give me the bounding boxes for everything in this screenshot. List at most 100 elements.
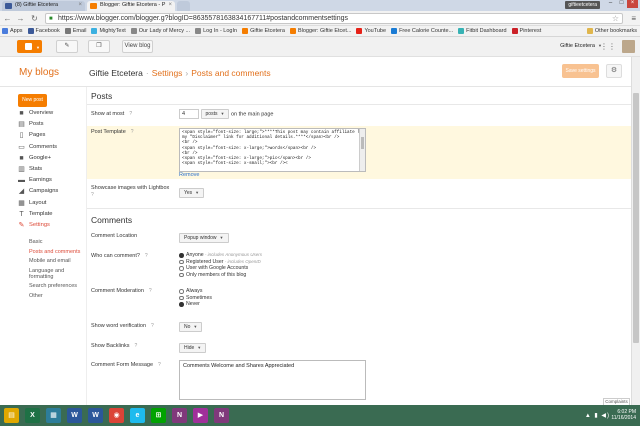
who-can-comment-option[interactable]: User with Google Accounts	[179, 265, 262, 272]
comment-location-select[interactable]: Popup window ▼	[179, 233, 229, 243]
help-icon[interactable]: ?	[131, 129, 134, 135]
moderation-option[interactable]: Sometimes	[179, 295, 212, 302]
window-close-icon[interactable]: ×	[627, 0, 638, 8]
word-verification-select[interactable]: No ▼	[179, 322, 203, 332]
help-icon[interactable]: ?	[91, 192, 94, 198]
moderation-option[interactable]: Never	[179, 301, 212, 308]
who-can-comment-option[interactable]: Anyone - includes Anonymous Users	[179, 252, 262, 259]
bookmark-8[interactable]: YouTube	[354, 26, 389, 36]
post-template-textarea[interactable]: <span style="font-size: large;">****This…	[179, 128, 366, 172]
close-icon[interactable]: ×	[78, 2, 82, 8]
sidebar-item-overview[interactable]: ■ Overview	[18, 108, 86, 119]
gear-icon[interactable]: ⚙	[606, 64, 622, 78]
system-tray-icons[interactable]: ▲ ▮ ◀)	[585, 412, 610, 419]
sidebar-item-posts[interactable]: ▤ Posts	[18, 119, 86, 130]
bookmark-7[interactable]: Blogger: Giftie Etcet...	[288, 26, 355, 36]
radio-button[interactable]	[179, 266, 184, 271]
help-icon[interactable]: ?	[151, 323, 154, 329]
settings-subitem-language-and-formatting[interactable]: Language and formatting	[29, 268, 85, 280]
sidebar-item-comments[interactable]: ▭ Comments	[18, 142, 86, 153]
internet-explorer-icon[interactable]: e	[130, 408, 145, 423]
posts-unit-select[interactable]: posts ▼	[200, 109, 230, 119]
browser-menu-icon[interactable]: ≡	[631, 14, 636, 23]
breadcrumb-settings[interactable]: Settings	[152, 68, 183, 78]
scrollbar-thumb[interactable]	[633, 93, 639, 343]
profile-name[interactable]: giftieetcetera	[565, 1, 600, 9]
sidebar-item-earnings[interactable]: ▬ Earnings	[18, 175, 86, 186]
apps-grid-icon[interactable]: ⋮⋮	[600, 42, 616, 51]
blogger-logo-button[interactable]: ▼	[17, 40, 42, 53]
radio-button[interactable]	[179, 259, 184, 265]
word-icon[interactable]: W	[67, 408, 82, 423]
new-post-pencil-button[interactable]: ✎	[56, 40, 78, 53]
store-icon[interactable]: ▦	[46, 408, 61, 423]
help-icon[interactable]: ?	[158, 362, 161, 368]
comment-form-message-textarea[interactable]: Comments Welcome and Shares Appreciated	[179, 360, 366, 400]
textarea-scrollbar[interactable]	[359, 129, 365, 171]
bookmark-9[interactable]: Free Calorie Counte...	[389, 26, 456, 36]
bookmark-1[interactable]: Facebook	[26, 26, 63, 36]
maximize-icon[interactable]: □	[616, 0, 627, 8]
back-icon[interactable]: ←	[3, 14, 12, 23]
onenote-icon-2[interactable]: N	[214, 408, 229, 423]
help-icon[interactable]: ?	[145, 253, 148, 259]
settings-subitem-mobile-and-email[interactable]: Mobile and email	[29, 258, 85, 264]
media-player-icon[interactable]: ▶	[193, 408, 208, 423]
sidebar-item-pages[interactable]: ▯ Pages	[18, 130, 86, 141]
blog-name[interactable]: Giftie Etcetera	[89, 68, 143, 78]
lightbox-select[interactable]: Yes ▼	[179, 188, 205, 198]
pages-copy-button[interactable]: ❐	[88, 40, 110, 53]
bookmark-5[interactable]: Log In - LogIn	[193, 26, 240, 36]
sidebar-item-template[interactable]: T Template	[18, 209, 86, 220]
bookmark-0[interactable]: Apps	[0, 26, 26, 36]
tab-blogger[interactable]: Blogger: Giftie Etcetera - P ×	[87, 1, 175, 11]
my-blogs-link[interactable]: My blogs	[19, 67, 59, 78]
remove-template-link[interactable]: Remove	[179, 172, 199, 178]
url-input[interactable]: ■ https://www.blogger.com/blogger.g?blog…	[45, 13, 623, 24]
avatar[interactable]	[622, 40, 635, 53]
help-icon[interactable]: ?	[149, 288, 152, 294]
sidebar-item-campaigns[interactable]: ◢ Campaigns	[18, 186, 86, 197]
posts-count-input[interactable]: 4	[179, 109, 199, 119]
settings-subitem-posts-and-comments[interactable]: Posts and comments	[29, 249, 85, 255]
bookmark-11[interactable]: Pinterest	[510, 26, 545, 36]
help-icon[interactable]: ?	[129, 111, 132, 117]
bookmark-3[interactable]: MightyText	[89, 26, 128, 36]
windows-store-icon[interactable]: ⊞	[151, 408, 166, 423]
settings-subitem-other[interactable]: Other	[29, 293, 85, 299]
sidebar-item-layout[interactable]: ▦ Layout	[18, 198, 86, 209]
bookmark-10[interactable]: Fitbit Dashboard	[456, 26, 509, 36]
settings-subitem-basic[interactable]: Basic	[29, 239, 85, 245]
sidebar-item-stats[interactable]: ▥ Stats	[18, 164, 86, 175]
minimize-icon[interactable]: –	[605, 0, 616, 8]
bookmark-6[interactable]: Giftie Etcetera	[240, 26, 288, 36]
other-bookmarks[interactable]: Other bookmarks	[585, 26, 640, 36]
bookmark-star-icon[interactable]: ☆	[612, 14, 619, 23]
excel-icon[interactable]: X	[25, 408, 40, 423]
chrome-icon[interactable]: ◉	[109, 408, 124, 423]
view-blog-button[interactable]: View blog	[122, 40, 153, 53]
new-post-button[interactable]: New post	[18, 94, 47, 107]
radio-button[interactable]	[179, 295, 184, 301]
radio-button[interactable]	[179, 253, 184, 258]
clock[interactable]: 6:02 PM 11/16/2014	[611, 409, 636, 421]
help-icon[interactable]: ?	[135, 343, 138, 349]
close-icon[interactable]: ×	[168, 2, 172, 8]
new-tab-button[interactable]	[177, 1, 190, 11]
bookmark-2[interactable]: Email	[63, 26, 90, 36]
who-can-comment-option[interactable]: Only members of this blog	[179, 272, 262, 279]
page-scrollbar[interactable]	[631, 57, 640, 405]
file-explorer-icon[interactable]: ▤	[4, 408, 19, 423]
word-icon-2[interactable]: W	[88, 408, 103, 423]
tab-facebook[interactable]: (8) Giftie Etcetera ×	[2, 1, 85, 11]
onenote-icon[interactable]: N	[172, 408, 187, 423]
radio-button[interactable]	[179, 289, 184, 294]
backlinks-select[interactable]: Hide ▼	[179, 343, 207, 353]
save-settings-button[interactable]: Save settings	[562, 64, 599, 78]
bookmark-4[interactable]: Our Lady of Mercy ...	[129, 26, 193, 36]
forward-icon[interactable]: →	[16, 14, 25, 23]
sidebar-item-settings[interactable]: ✎ Settings	[18, 220, 86, 231]
radio-button[interactable]	[179, 272, 184, 278]
reload-icon[interactable]: ↻	[30, 14, 39, 23]
sidebar-item-google-[interactable]: ■ Google+	[18, 153, 86, 164]
